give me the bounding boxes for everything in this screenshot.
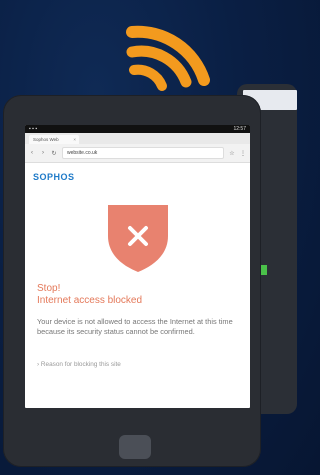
tab-title: Sophos Web [33,137,59,142]
phone-frame: ▪ ▪ ▪ 12:57 Sophos Web × ‹ › ↻ website.c… [3,95,261,467]
sophos-logo: SOPHOS [33,172,75,182]
reason-link[interactable]: › Reason for blocking this site [37,361,121,368]
back-icon[interactable]: ‹ [29,150,35,156]
url-bar: ‹ › ↻ website.co.uk ☆ ⋮ [25,144,250,163]
shield-x-icon [108,205,168,272]
home-button[interactable] [119,435,151,459]
close-tab-icon[interactable]: × [73,135,76,144]
status-time: 12:57 [233,126,246,132]
status-bar: ▪ ▪ ▪ 12:57 [25,125,250,133]
wifi-icon [126,25,210,91]
forward-icon[interactable]: › [40,150,46,156]
reload-icon[interactable]: ↻ [51,150,57,157]
alert-title: Stop! [37,283,61,294]
browser-tab[interactable]: Sophos Web × [29,135,79,144]
phone-screen: ▪ ▪ ▪ 12:57 Sophos Web × ‹ › ↻ website.c… [25,125,250,408]
address-field[interactable]: website.co.uk [62,147,224,159]
alert-subtitle: Internet access blocked [37,295,143,306]
block-message: Your device is not allowed to access the… [37,317,233,336]
tab-bar: Sophos Web × [25,133,250,144]
menu-icon[interactable]: ⋮ [240,150,246,157]
bookmark-icon[interactable]: ☆ [229,150,235,157]
status-icons-left: ▪ ▪ ▪ [29,126,38,132]
